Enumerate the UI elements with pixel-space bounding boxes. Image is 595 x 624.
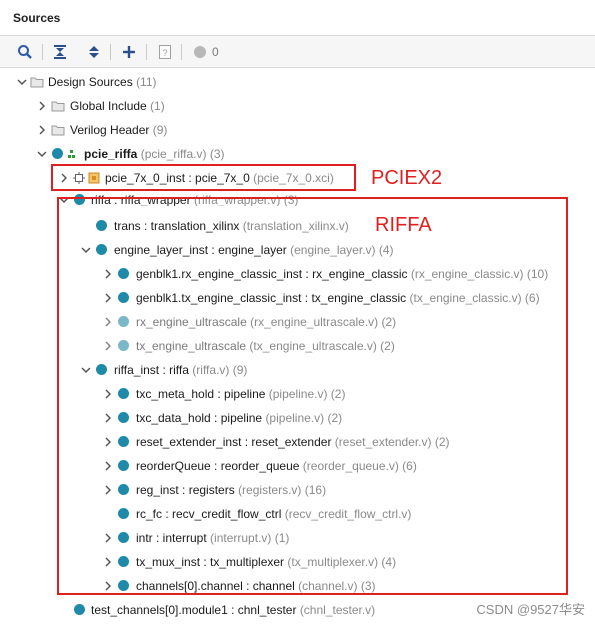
toolbar-separator xyxy=(42,44,43,60)
expand-all-icon[interactable] xyxy=(84,42,104,62)
module-dot-icon xyxy=(52,148,66,162)
module-dot-icon xyxy=(74,604,88,618)
top-module-icon xyxy=(68,150,75,158)
tree-node-label: Verilog Header (9) xyxy=(70,123,168,137)
collapse-all-icon[interactable] xyxy=(50,42,70,62)
toolbar-separator xyxy=(181,44,182,60)
chevron-right-icon[interactable] xyxy=(36,124,48,136)
tree-node-label: pcie_riffa (pcie_riffa.v) (3) xyxy=(84,147,225,161)
riffa-annotation: RIFFA xyxy=(375,214,432,236)
folder-icon xyxy=(51,125,65,136)
chevron-down-icon[interactable] xyxy=(36,148,48,160)
tree-node-verilog-header[interactable]: Verilog Header (9) xyxy=(0,118,595,142)
warning-status-icon[interactable] xyxy=(190,42,210,62)
folder-icon xyxy=(30,77,44,88)
sources-panel-header: Sources xyxy=(0,0,595,36)
sources-toolbar: ? 0 xyxy=(0,36,595,68)
svg-text:?: ? xyxy=(162,48,167,58)
tree-node-global-include[interactable]: Global Include (1) xyxy=(0,94,595,118)
riffa-highlight-box xyxy=(57,197,568,595)
chevron-right-icon[interactable] xyxy=(36,100,48,112)
toolbar-separator xyxy=(146,44,147,60)
properties-icon[interactable]: ? xyxy=(155,42,175,62)
tree-node-design-sources[interactable]: Design Sources (11) xyxy=(0,70,595,94)
toolbar-separator xyxy=(110,44,111,60)
tree-node-pcie-riffa[interactable]: pcie_riffa (pcie_riffa.v) (3) xyxy=(0,142,595,166)
chevron-down-icon[interactable] xyxy=(16,76,28,88)
add-sources-icon[interactable] xyxy=(119,42,139,62)
watermark: CSDN @9527华安 xyxy=(476,602,585,617)
pciex2-annotation: PCIEX2 xyxy=(371,167,443,189)
panel-title: Sources xyxy=(13,11,61,25)
search-icon[interactable] xyxy=(15,42,35,62)
tree-node-label: test_channels[0].module1 : chnl_tester (… xyxy=(91,603,376,617)
tree-node-label: Global Include (1) xyxy=(70,99,165,113)
tree-node-label: Design Sources (11) xyxy=(48,75,157,89)
folder-icon xyxy=(51,101,65,112)
pciex2-highlight-box xyxy=(51,164,356,191)
warning-count: 0 xyxy=(212,45,219,59)
